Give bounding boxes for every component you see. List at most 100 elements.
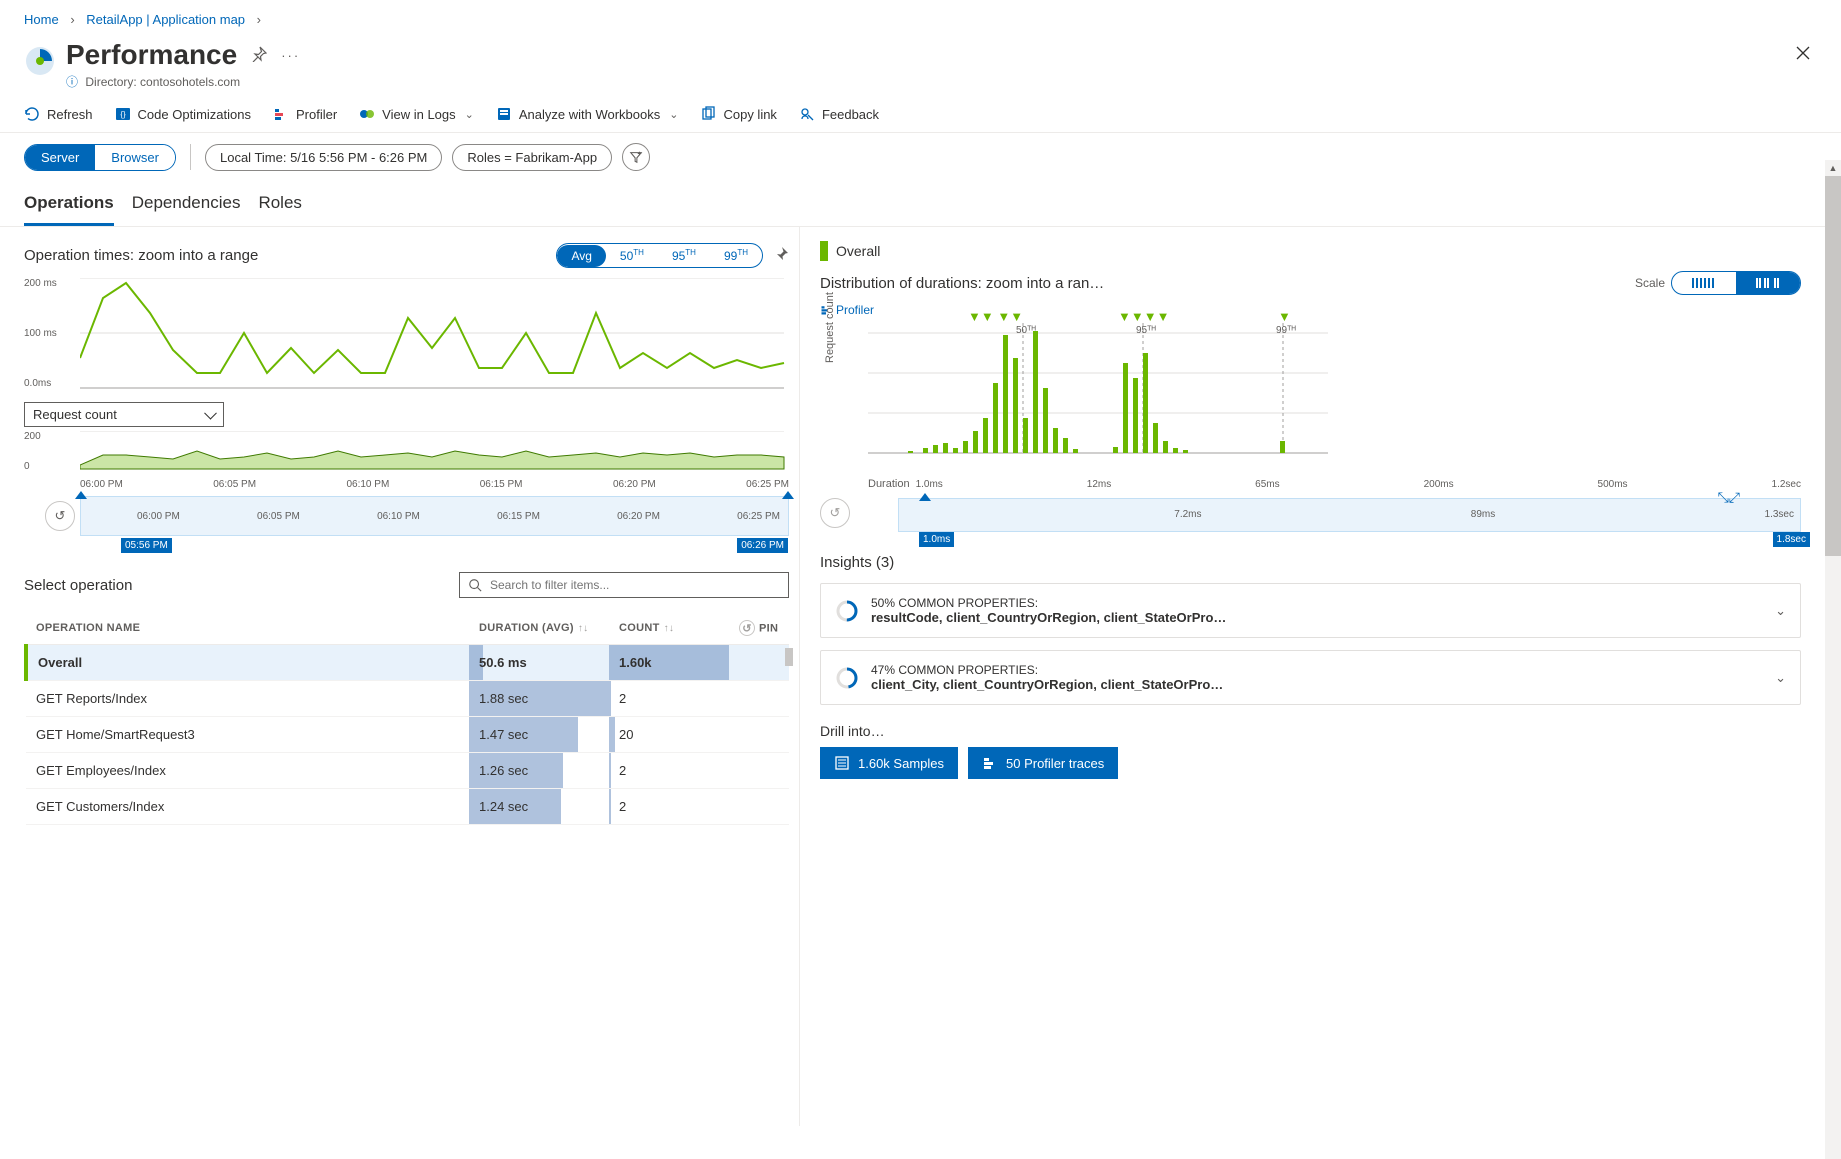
breadcrumb: Home › RetailApp | Application map › [0, 0, 1841, 35]
tab-roles[interactable]: Roles [258, 193, 301, 226]
col-count[interactable]: COUNT↑↓ [609, 612, 729, 645]
y-tick: 0.0ms [24, 378, 51, 389]
insight-head: 50% COMMON PROPERTIES: [871, 596, 1763, 610]
server-browser-toggle[interactable]: Server Browser [24, 144, 176, 171]
reset-zoom-icon[interactable]: ↺ [45, 501, 75, 531]
pin-cell[interactable] [729, 717, 789, 753]
agg-p95[interactable]: 95TH [658, 244, 710, 267]
scale-label: Scale [1635, 276, 1665, 290]
histogram-slider[interactable]: 7.2ms 89ms 1.3sec ⤡⤢ 1.0ms 1.8sec [898, 498, 1801, 532]
profiler-button[interactable]: Profiler [273, 106, 337, 122]
refresh-button[interactable]: Refresh [24, 106, 93, 122]
insight-card[interactable]: 47% COMMON PROPERTIES:client_City, clien… [820, 650, 1801, 705]
add-filter-button[interactable] [622, 143, 650, 171]
slider-end-label: 06:26 PM [737, 538, 788, 553]
profiler-marker: ▼▼ ▼▼ [968, 309, 1023, 324]
op-name-cell: GET Employees/Index [26, 753, 469, 789]
request-count-chart[interactable] [80, 431, 800, 475]
breadcrumb-sep: › [257, 12, 261, 27]
breadcrumb-appmap[interactable]: RetailApp | Application map [86, 12, 245, 27]
table-row[interactable]: GET Home/SmartRequest31.47 sec20 [26, 717, 789, 753]
col-duration[interactable]: DURATION (AVG)↑↓ [469, 612, 609, 645]
time-range-chip[interactable]: Local Time: 5/16 5:56 PM - 6:26 PM [205, 144, 442, 171]
page-scrollbar[interactable]: ▲ [1825, 160, 1841, 1159]
count-cell: 1.60k [609, 645, 729, 681]
op-name-cell: GET Home/SmartRequest3 [26, 717, 469, 753]
hist-slider-end: 1.8sec [1773, 532, 1810, 547]
duration-cell: 1.24 sec [469, 789, 609, 825]
table-row[interactable]: Overall50.6 ms1.60k [26, 645, 789, 681]
logs-icon [359, 106, 375, 122]
op-name-cell: GET Reports/Index [26, 681, 469, 717]
scroll-up-icon[interactable]: ▲ [1825, 160, 1841, 176]
operation-times-chart[interactable] [80, 278, 800, 398]
hist-handle-left[interactable] [919, 493, 931, 501]
analyze-workbooks-button[interactable]: Analyze with Workbooks ⌄ [496, 106, 679, 122]
duration-axis-label: Duration [868, 478, 910, 490]
browser-pill[interactable]: Browser [95, 145, 175, 170]
button-label: 1.60k Samples [858, 756, 944, 771]
insight-card[interactable]: 50% COMMON PROPERTIES:resultCode, client… [820, 583, 1801, 638]
close-button[interactable] [1789, 39, 1817, 67]
duration-cell: 1.26 sec [469, 753, 609, 789]
table-row[interactable]: GET Reports/Index1.88 sec2 [26, 681, 789, 717]
server-pill[interactable]: Server [25, 145, 95, 170]
col-operation-name[interactable]: OPERATION NAME [26, 612, 469, 645]
hist-x-tick: 200ms [1424, 479, 1454, 490]
directory-label: ⓘ Directory: contosohotels.com [66, 73, 1789, 90]
distribution-title: Distribution of durations: zoom into a r… [820, 275, 1104, 292]
aggregation-toggle[interactable]: Avg 50TH 95TH 99TH [556, 243, 763, 268]
hist-slider-tick: 7.2ms [1174, 509, 1201, 520]
scale-linear[interactable] [1672, 272, 1736, 294]
time-range-slider[interactable]: ↺ 06:00 PM 06:05 PM 06:10 PM 06:15 PM 06… [80, 496, 789, 536]
code-optimizations-button[interactable]: {} Code Optimizations [115, 106, 251, 122]
agg-p99[interactable]: 99TH [710, 244, 762, 267]
tab-operations[interactable]: Operations [24, 193, 114, 226]
view-in-logs-button[interactable]: View in Logs ⌄ [359, 106, 474, 122]
search-icon [468, 578, 482, 592]
insight-donut-icon [835, 666, 859, 690]
slider-handle-left[interactable] [75, 491, 87, 499]
feedback-button[interactable]: Feedback [799, 106, 879, 122]
tab-dependencies[interactable]: Dependencies [132, 193, 241, 226]
pin-chart-icon[interactable] [773, 246, 789, 265]
pin-cell[interactable] [729, 681, 789, 717]
duration-cell: 1.88 sec [469, 681, 609, 717]
hist-x-tick: 12ms [1087, 479, 1111, 490]
samples-button[interactable]: 1.60k Samples [820, 747, 958, 779]
select-operation-title: Select operation [24, 577, 132, 594]
x-tick: 06:20 PM [613, 479, 656, 490]
copy-link-button[interactable]: Copy link [700, 106, 776, 122]
scale-log[interactable] [1736, 272, 1800, 294]
metric-dropdown[interactable]: Request count [24, 402, 224, 427]
table-row[interactable]: GET Customers/Index1.24 sec2 [26, 789, 789, 825]
slider-start-label: 05:56 PM [121, 538, 172, 553]
scale-toggle[interactable] [1671, 271, 1801, 295]
pin-page-icon[interactable] [251, 46, 267, 65]
profiler-marker: ▼ [1278, 309, 1291, 324]
agg-avg[interactable]: Avg [557, 245, 605, 267]
agg-p50[interactable]: 50TH [606, 244, 658, 267]
insight-donut-icon [835, 599, 859, 623]
roles-filter-chip[interactable]: Roles = Fabrikam-App [452, 144, 612, 171]
pin-cell[interactable] [729, 645, 789, 681]
more-icon[interactable]: ··· [281, 48, 300, 63]
table-scroll-up-icon[interactable] [785, 648, 793, 666]
profiler-traces-button[interactable]: 50 Profiler traces [968, 747, 1118, 779]
sort-icon: ↑↓ [578, 623, 589, 634]
x-tick: 06:15 PM [480, 479, 523, 490]
pin-cell[interactable] [729, 753, 789, 789]
collapse-icon[interactable]: ⤡⤢ [1718, 489, 1740, 506]
hist-reset-icon[interactable]: ↺ [820, 498, 850, 528]
sort-icon: ↑↓ [664, 623, 675, 634]
y-tick: 200 ms [24, 278, 57, 289]
table-row[interactable]: GET Employees/Index1.26 sec2 [26, 753, 789, 789]
operation-search[interactable] [459, 572, 789, 598]
search-input[interactable] [488, 577, 780, 593]
duration-histogram[interactable]: 150 100 50 0 [868, 323, 1328, 473]
breadcrumb-home[interactable]: Home [24, 12, 59, 27]
pin-cell[interactable] [729, 789, 789, 825]
slider-handle-right[interactable] [782, 491, 794, 499]
hist-slider-tick: 1.3sec [1765, 509, 1794, 520]
scroll-thumb[interactable] [1825, 176, 1841, 556]
